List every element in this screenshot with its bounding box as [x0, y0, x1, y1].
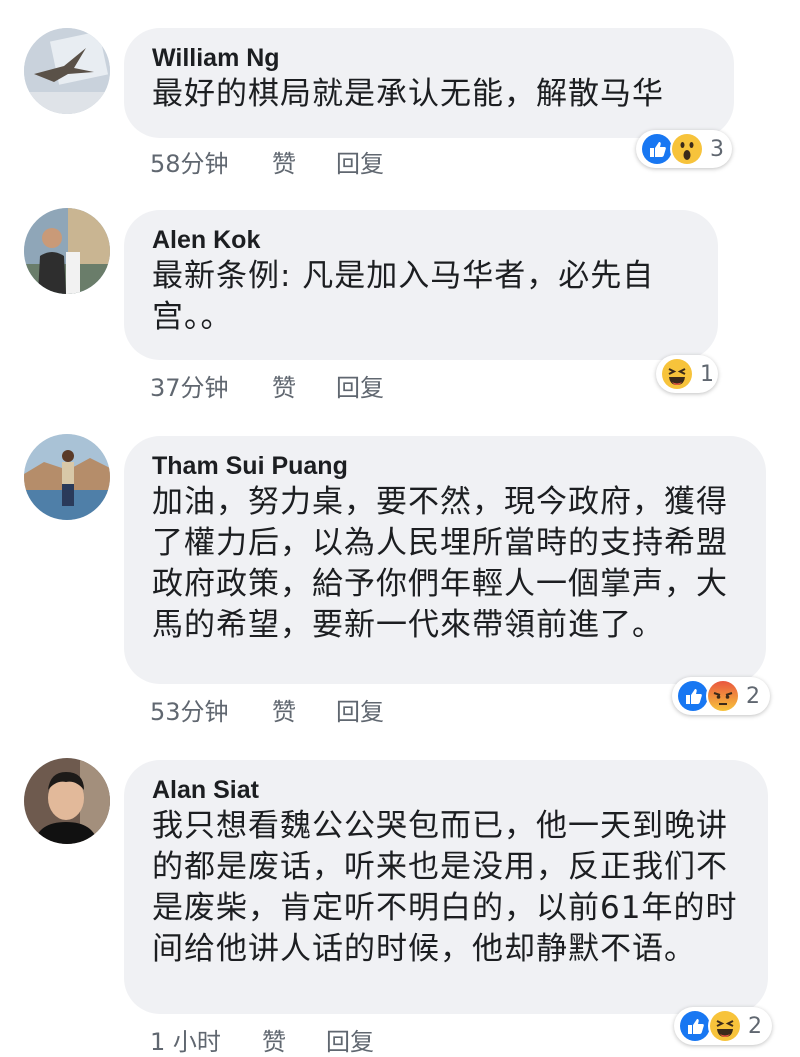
avatar[interactable] — [24, 434, 110, 520]
reaction-count: 2 — [748, 1013, 762, 1039]
commenter-name[interactable]: William Ng — [152, 42, 706, 74]
comment-meta: 1 小时 赞 回复 — [150, 1022, 374, 1057]
reaction-summary[interactable]: 2 — [672, 677, 770, 715]
like-icon — [678, 1009, 712, 1043]
like-button[interactable]: 赞 — [262, 1022, 326, 1057]
commenter-name[interactable]: Alan Siat — [152, 774, 740, 806]
reaction-summary[interactable]: 2 — [674, 1007, 772, 1045]
avatar[interactable] — [24, 28, 110, 114]
like-button[interactable]: 赞 — [272, 144, 336, 179]
comment-meta: 53分钟 赞 回复 — [150, 692, 384, 727]
timestamp[interactable]: 58分钟 — [150, 144, 272, 179]
comment-meta: 37分钟 赞 回复 — [150, 368, 384, 403]
haha-icon — [708, 1009, 742, 1043]
comment-text: 最新条例: 凡是加入马华者，必先自宫。。 — [152, 258, 655, 335]
comment-text: 我只想看魏公公哭包而已，他一天到晚讲的都是废话，听来也是没用，反正我们不是废柴，… — [152, 808, 738, 967]
reaction-count: 2 — [746, 683, 760, 709]
like-button[interactable]: 赞 — [272, 692, 336, 727]
like-button[interactable]: 赞 — [272, 368, 336, 403]
timestamp[interactable]: 37分钟 — [150, 368, 272, 403]
like-icon — [676, 679, 710, 713]
reaction-count: 3 — [710, 136, 724, 162]
like-icon — [640, 132, 674, 166]
comment-bubble: William Ng 最好的棋局就是承认无能，解散马华 — [124, 28, 734, 138]
reaction-summary[interactable]: 3 — [636, 130, 732, 168]
reply-button[interactable]: 回复 — [326, 1022, 374, 1057]
comment-text: 最好的棋局就是承认无能，解散马华 — [152, 76, 664, 112]
reply-button[interactable]: 回复 — [336, 368, 384, 403]
comment-meta: 58分钟 赞 回复 — [150, 144, 384, 179]
commenter-name[interactable]: Alen Kok — [152, 224, 690, 256]
wow-icon — [670, 132, 704, 166]
timestamp[interactable]: 53分钟 — [150, 692, 272, 727]
reaction-summary[interactable]: 1 — [656, 355, 718, 393]
comment-bubble: Tham Sui Puang 加油，努力桌，要不然，現今政府，獲得了權力后，以為… — [124, 436, 766, 684]
angry-icon — [706, 679, 740, 713]
avatar[interactable] — [24, 758, 110, 844]
comment-bubble: Alen Kok 最新条例: 凡是加入马华者，必先自宫。。 — [124, 210, 718, 360]
commenter-name[interactable]: Tham Sui Puang — [152, 450, 738, 482]
avatar[interactable] — [24, 208, 110, 294]
reply-button[interactable]: 回复 — [336, 144, 384, 179]
reaction-count: 1 — [700, 361, 714, 387]
reply-button[interactable]: 回复 — [336, 692, 384, 727]
comment-bubble: Alan Siat 我只想看魏公公哭包而已，他一天到晚讲的都是废话，听来也是没用… — [124, 760, 768, 1014]
timestamp[interactable]: 1 小时 — [150, 1022, 262, 1057]
haha-icon — [660, 357, 694, 391]
comment-text: 加油，努力桌，要不然，現今政府，獲得了權力后，以為人民埋所當時的支持希盟政府政策… — [152, 484, 728, 643]
